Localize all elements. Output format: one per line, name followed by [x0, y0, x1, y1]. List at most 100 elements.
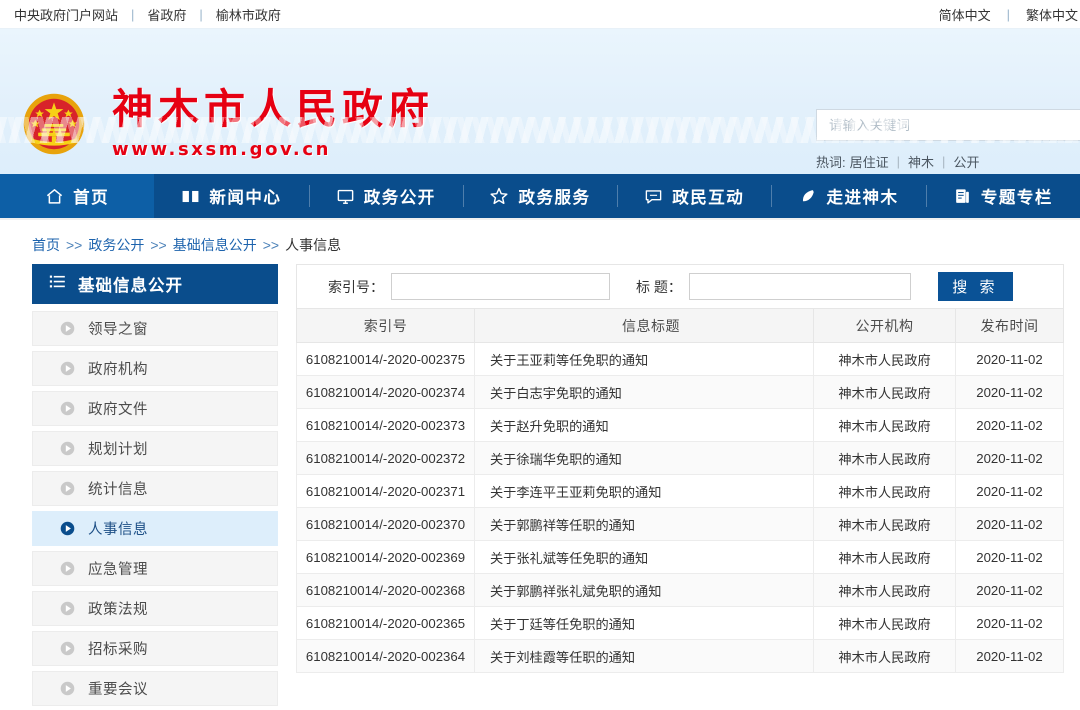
hot-word-shenmu[interactable]: 神木	[908, 152, 934, 171]
table-row[interactable]: 6108210014/-2020-002373 关于赵升免职的通知 神木市人民政…	[296, 408, 1064, 442]
hot-word-disclosure[interactable]: 公开	[953, 152, 979, 171]
table-row[interactable]: 6108210014/-2020-002370 关于郭鹏祥等任职的通知 神木市人…	[296, 507, 1064, 541]
table-row[interactable]: 6108210014/-2020-002375 关于王亚莉等任免职的通知 神木市…	[296, 342, 1064, 376]
cell-date: 2020-11-02	[955, 639, 1064, 673]
nav-item-government-affairs-disclosure[interactable]: 政务公开	[308, 174, 463, 218]
sidebar-menu: 领导之窗 政府机构 政府文件 规划计划 统计信息 人事信息 应急管理 政策法规 …	[32, 311, 278, 710]
breadcrumb-item-disclosure[interactable]: 政务公开	[88, 235, 144, 255]
cell-index: 6108210014/-2020-002368	[296, 573, 475, 607]
sidebar-item-personnel-info[interactable]: 人事信息	[32, 511, 278, 546]
hot-word-residence-permit[interactable]: 居住证	[850, 152, 889, 171]
cell-title[interactable]: 关于白志宇免职的通知	[474, 375, 814, 409]
search-box[interactable]	[816, 109, 1080, 141]
cell-title[interactable]: 关于王亚莉等任免职的通知	[474, 342, 814, 376]
nav-item-home[interactable]: 首页	[0, 174, 155, 218]
nav-item-discover-shenmu[interactable]: 走进神木	[771, 174, 925, 218]
national-emblem-icon	[23, 93, 85, 154]
cell-title[interactable]: 关于丁廷等任免职的通知	[474, 606, 814, 640]
top-link-provincial-gov[interactable]: 省政府	[147, 5, 186, 24]
cell-title[interactable]: 关于张礼斌等任免职的通知	[474, 540, 814, 574]
cell-organization: 神木市人民政府	[813, 606, 956, 640]
title-input[interactable]	[688, 273, 911, 300]
index-number-input[interactable]	[391, 273, 610, 300]
filter-bar: 索引号： 标 题： 搜 索	[296, 264, 1064, 308]
sidebar-item-label: 政策法规	[88, 602, 148, 618]
search-button[interactable]: 搜 索	[937, 272, 1013, 301]
top-links-left: 中央政府门户网站 | 省政府 | 榆林市政府	[14, 5, 281, 24]
sidebar-item-plans[interactable]: 规划计划	[32, 431, 278, 466]
breadcrumb-item-basic-info[interactable]: 基础信息公开	[173, 235, 257, 255]
cell-title[interactable]: 关于郭鹏祥张礼斌免职的通知	[474, 573, 814, 607]
cell-date: 2020-11-02	[955, 540, 1064, 574]
information-table: 索引号 信息标题 公开机构 发布时间 6108210014/-2020-0023…	[296, 308, 1064, 673]
table-row[interactable]: 6108210014/-2020-002368 关于郭鹏祥张礼斌免职的通知 神木…	[296, 573, 1064, 607]
top-link-yulin-gov[interactable]: 榆林市政府	[216, 5, 281, 24]
cell-organization: 神木市人民政府	[813, 507, 956, 541]
site-header-banner: 神木市人民政府 www.sxsm.gov.cn 热词: 居住证 | 神木 | 公…	[0, 29, 1080, 174]
sidebar-item-label: 重要会议	[88, 682, 148, 698]
cell-organization: 神木市人民政府	[813, 540, 956, 574]
hot-words-label: 热词:	[816, 155, 846, 170]
nav-label: 政务服务	[518, 189, 591, 207]
separator: |	[199, 6, 203, 22]
nav-item-government-services[interactable]: 政务服务	[462, 174, 617, 218]
cell-title[interactable]: 关于刘桂霞等任职的通知	[474, 639, 814, 673]
table-row[interactable]: 6108210014/-2020-002364 关于刘桂霞等任职的通知 神木市人…	[296, 639, 1064, 673]
cell-index: 6108210014/-2020-002370	[296, 507, 475, 541]
cell-title[interactable]: 关于李连平王亚莉免职的通知	[474, 474, 814, 508]
cell-title[interactable]: 关于郭鹏祥等任职的通知	[474, 507, 814, 541]
cell-index: 6108210014/-2020-002371	[296, 474, 475, 508]
lang-simplified-chinese[interactable]: 简体中文	[939, 5, 991, 24]
column-header-date: 发布时间	[955, 308, 1064, 343]
nav-label: 专题专栏	[980, 189, 1053, 207]
sidebar-item-procurement[interactable]: 招标采购	[32, 631, 278, 666]
language-switcher: 简体中文 | 繁体中文	[939, 5, 1078, 24]
cell-index: 6108210014/-2020-002373	[296, 408, 475, 442]
nav-item-news-center[interactable]: 新闻中心	[154, 174, 308, 218]
sidebar-item-emergency[interactable]: 应急管理	[32, 551, 278, 586]
document-icon	[953, 187, 972, 206]
cell-organization: 神木市人民政府	[813, 375, 956, 409]
nav-item-citizen-interaction[interactable]: 政民互动	[617, 174, 771, 218]
hot-words: 热词: 居住证 | 神木 | 公开	[816, 152, 1080, 171]
table-row[interactable]: 6108210014/-2020-002374 关于白志宇免职的通知 神木市人民…	[296, 375, 1064, 409]
sidebar-header: 基础信息公开	[32, 264, 278, 304]
bullet-arrow-icon	[59, 520, 76, 537]
cell-organization: 神木市人民政府	[813, 408, 956, 442]
nav-label: 新闻中心	[209, 189, 282, 207]
sidebar-item-agencies[interactable]: 政府机构	[32, 351, 278, 386]
cell-date: 2020-11-02	[955, 441, 1064, 475]
sidebar-item-documents[interactable]: 政府文件	[32, 391, 278, 426]
cell-date: 2020-11-02	[955, 375, 1064, 409]
star-icon	[489, 186, 509, 206]
search-input[interactable]	[817, 110, 1047, 140]
table-row[interactable]: 6108210014/-2020-002371 关于李连平王亚莉免职的通知 神木…	[296, 474, 1064, 508]
table-row[interactable]: 6108210014/-2020-002372 关于徐瑞华免职的通知 神木市人民…	[296, 441, 1064, 475]
bullet-arrow-icon	[59, 480, 76, 497]
cell-title[interactable]: 关于赵升免职的通知	[474, 408, 814, 442]
cell-title[interactable]: 关于徐瑞华免职的通知	[474, 441, 814, 475]
table-body: 6108210014/-2020-002375 关于王亚莉等任免职的通知 神木市…	[296, 342, 1064, 673]
top-link-central-gov[interactable]: 中央政府门户网站	[14, 5, 118, 24]
lang-traditional-chinese[interactable]: 繁体中文	[1026, 5, 1078, 24]
nav-item-special-columns[interactable]: 专题专栏	[925, 174, 1080, 218]
cell-organization: 神木市人民政府	[813, 639, 956, 673]
separator: |	[1006, 6, 1010, 22]
sidebar-item-policies[interactable]: 政策法规	[32, 591, 278, 626]
site-brand[interactable]: 神木市人民政府 www.sxsm.gov.cn	[18, 87, 434, 160]
sidebar-item-meetings[interactable]: 重要会议	[32, 671, 278, 706]
breadcrumb-separator: >>	[66, 237, 83, 253]
cell-date: 2020-11-02	[955, 507, 1064, 541]
table-row[interactable]: 6108210014/-2020-002365 关于丁廷等任免职的通知 神木市人…	[296, 606, 1064, 640]
table-row[interactable]: 6108210014/-2020-002369 关于张礼斌等任免职的通知 神木市…	[296, 540, 1064, 574]
top-utility-bar: 中央政府门户网站 | 省政府 | 榆林市政府 简体中文 | 繁体中文	[0, 0, 1080, 29]
sidebar-item-statistics[interactable]: 统计信息	[32, 471, 278, 506]
cell-date: 2020-11-02	[955, 474, 1064, 508]
sidebar-item-leaders[interactable]: 领导之窗	[32, 311, 278, 346]
sidebar-item-label: 规划计划	[88, 442, 148, 458]
cell-index: 6108210014/-2020-002372	[296, 441, 475, 475]
site-url: www.sxsm.gov.cn	[112, 139, 332, 160]
cell-date: 2020-11-02	[955, 606, 1064, 640]
breadcrumb-item-home[interactable]: 首页	[32, 235, 60, 255]
nav-label: 政民互动	[672, 189, 745, 207]
